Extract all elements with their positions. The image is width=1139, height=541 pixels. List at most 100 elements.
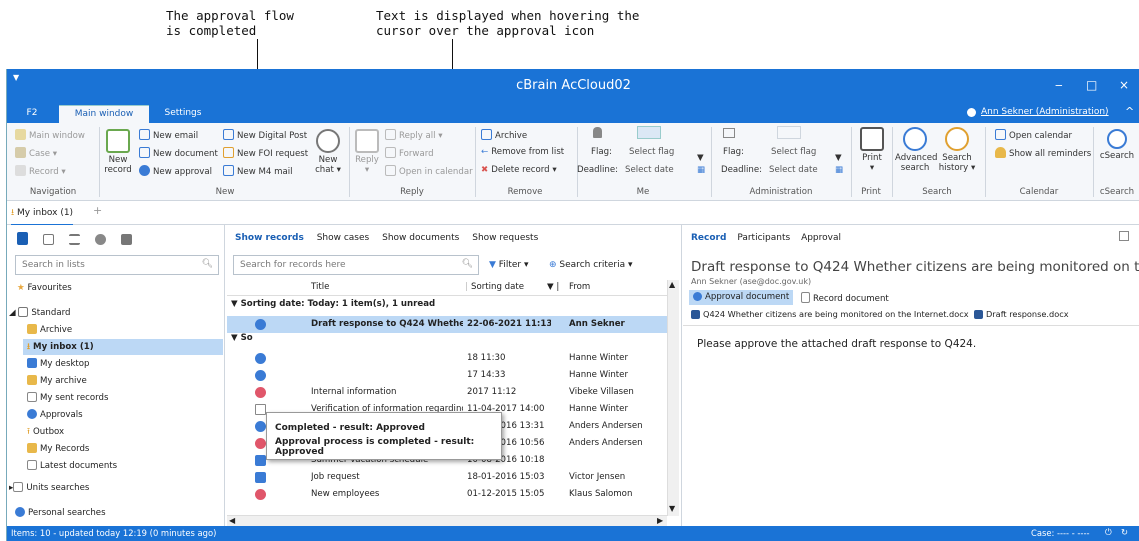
- open-calendar-button[interactable]: Open calendar: [995, 129, 1072, 141]
- group-header-older[interactable]: ▼ So: [231, 333, 255, 343]
- units-tree-icon[interactable]: [42, 234, 54, 245]
- maximize-button[interactable]: □: [1086, 78, 1097, 92]
- tab-show-records[interactable]: Show records: [235, 233, 304, 243]
- remove-from-list-button[interactable]: ← Remove from list: [481, 147, 564, 157]
- new-record-button[interactable]: New record: [103, 129, 133, 175]
- user-name-link[interactable]: Ann Sekner (Administration): [981, 107, 1109, 117]
- approval-status-icon[interactable]: [255, 319, 266, 330]
- tab-settings[interactable]: Settings: [155, 105, 211, 123]
- nav-latest-documents[interactable]: Latest documents: [27, 460, 117, 471]
- doc-tab-approval-document[interactable]: Approval document: [689, 290, 794, 305]
- advanced-search-button[interactable]: Advanced search: [895, 127, 937, 173]
- nav-approvals[interactable]: Approvals: [27, 409, 83, 420]
- table-row[interactable]: 17 14:33 Hanne Winter: [227, 367, 667, 384]
- new-m4-mail-button[interactable]: New M4 mail: [223, 165, 293, 177]
- vertical-scrollbar[interactable]: ▲ ▼: [667, 280, 679, 516]
- refresh-icon[interactable]: ↻: [1121, 527, 1128, 537]
- new-approval-button[interactable]: New approval: [139, 165, 212, 177]
- new-foi-request-button[interactable]: New FOI request: [223, 147, 308, 159]
- tab-approval[interactable]: Approval: [801, 233, 841, 243]
- table-row[interactable]: 18 11:30 Hanne Winter: [227, 350, 667, 367]
- admin-select-flag[interactable]: Select flag: [771, 147, 816, 157]
- close-button[interactable]: ×: [1119, 78, 1129, 92]
- new-digital-post-button[interactable]: New Digital Post: [223, 129, 307, 141]
- search-icon[interactable]: 🔍︎: [202, 259, 213, 269]
- approval-status-icon[interactable]: [255, 489, 266, 500]
- approval-status-icon[interactable]: [255, 353, 266, 364]
- nav-standard[interactable]: ◢ Standard: [9, 307, 70, 318]
- scroll-right-icon[interactable]: ▶: [657, 516, 663, 525]
- attachment-draft-response[interactable]: Draft response.docx: [974, 309, 1069, 319]
- contacts-icon[interactable]: [94, 234, 106, 245]
- print-button[interactable]: Print ▾: [859, 127, 885, 173]
- main-window-button[interactable]: Main window: [15, 129, 85, 141]
- nav-archive[interactable]: Archive: [27, 324, 72, 335]
- filter-button[interactable]: ▼ Filter ▾: [489, 260, 528, 270]
- add-tab-icon[interactable]: +: [93, 204, 102, 217]
- new-document-button[interactable]: New document: [139, 147, 218, 159]
- table-row[interactable]: Draft response to Q424 Whether ci... 22-0…: [227, 316, 667, 333]
- list-icon[interactable]: [68, 234, 80, 245]
- nav-my-inbox[interactable]: ⭳ My inbox (1): [27, 341, 94, 355]
- nav-my-sent-records[interactable]: My sent records: [27, 392, 108, 403]
- open-in-calendar-button[interactable]: Open in calendar: [385, 165, 473, 177]
- column-sorting-date[interactable]: Sorting date: [471, 282, 524, 292]
- record-button[interactable]: Record ▾: [15, 165, 66, 177]
- sort-icon[interactable]: ▼ |: [547, 282, 559, 292]
- admin-calendar-icon[interactable]: ▦: [835, 165, 843, 175]
- checkbox-icon[interactable]: [255, 455, 266, 466]
- nav-search-input[interactable]: Search in lists 🔍︎: [15, 255, 219, 275]
- new-chat-button[interactable]: New chat ▾: [313, 129, 343, 175]
- expand-icon[interactable]: ◢: [9, 308, 16, 318]
- nav-my-desktop[interactable]: My desktop: [27, 358, 90, 369]
- records-search-input[interactable]: Search for records here 🔍︎: [233, 255, 479, 275]
- nav-my-archive[interactable]: My archive: [27, 375, 87, 386]
- nav-favourites[interactable]: ★ Favourites: [17, 283, 72, 293]
- me-select-flag[interactable]: Select flag: [629, 147, 674, 157]
- reply-all-button[interactable]: Reply all ▾: [385, 129, 443, 141]
- csearch-button[interactable]: cSearch: [1099, 129, 1135, 161]
- case-button[interactable]: Case ▾: [15, 147, 57, 159]
- admin-flag-dropdown-icon[interactable]: ▼: [835, 153, 842, 163]
- admin-select-date[interactable]: Select date: [769, 165, 818, 175]
- approval-status-icon[interactable]: [255, 370, 266, 381]
- folders-icon[interactable]: [120, 234, 132, 245]
- checkbox-icon[interactable]: [255, 472, 266, 483]
- tab-show-cases[interactable]: Show cases: [317, 233, 370, 243]
- horizontal-scrollbar[interactable]: ◀ ▶: [227, 515, 667, 526]
- tab-participants[interactable]: Participants: [737, 233, 790, 243]
- approval-status-icon[interactable]: [255, 421, 266, 432]
- reply-button[interactable]: Reply ▾: [353, 129, 381, 175]
- archive-button[interactable]: Archive: [481, 129, 527, 141]
- scroll-down-icon[interactable]: ▼: [669, 504, 675, 513]
- show-all-reminders-button[interactable]: Show all reminders: [995, 147, 1091, 159]
- nav-outbox[interactable]: ⭱ Outbox: [27, 426, 64, 440]
- attachment-q424[interactable]: Q424 Whether citizens are being monitore…: [691, 309, 969, 319]
- popout-icon[interactable]: [1119, 231, 1129, 241]
- me-flag-dropdown-icon[interactable]: ▼: [697, 153, 704, 163]
- search-history-button[interactable]: Search history ▾: [937, 127, 977, 173]
- doc-tab-my-inbox[interactable]: ⭳ My inbox (1): [11, 205, 74, 226]
- scroll-left-icon[interactable]: ◀: [229, 516, 235, 525]
- me-select-date[interactable]: Select date: [625, 165, 674, 175]
- nav-my-records[interactable]: My Records: [27, 443, 89, 454]
- approval-status-icon[interactable]: [255, 387, 266, 398]
- table-row[interactable]: New employees 01-12-2015 15:05 Klaus Salom…: [227, 486, 667, 503]
- tab-main-window[interactable]: Main window: [59, 105, 149, 123]
- new-email-button[interactable]: New email: [139, 129, 198, 141]
- search-icon[interactable]: 🔍︎: [462, 259, 473, 269]
- tab-record[interactable]: Record: [691, 233, 726, 243]
- table-row[interactable]: Internal information 2017 11:12 Vibeke Vil…: [227, 384, 667, 401]
- document-icon[interactable]: [255, 404, 266, 415]
- power-icon[interactable]: ⏻: [1105, 527, 1112, 538]
- delete-record-button[interactable]: ✖ Delete record ▾: [481, 165, 557, 175]
- search-criteria-button[interactable]: ⊕ Search criteria ▾: [549, 260, 633, 270]
- forward-button[interactable]: Forward: [385, 147, 434, 159]
- tab-show-requests[interactable]: Show requests: [472, 233, 538, 243]
- tab-show-documents[interactable]: Show documents: [382, 233, 459, 243]
- records-icon[interactable]: [17, 232, 28, 245]
- group-header-today[interactable]: ▼ Sorting date: Today: 1 item(s), 1 unre…: [231, 299, 435, 309]
- doc-tab-record-document[interactable]: Record document: [801, 292, 889, 304]
- tab-f2[interactable]: F2: [17, 105, 47, 123]
- table-row[interactable]: Job request 18-01-2016 15:03 Victor Jensen: [227, 469, 667, 486]
